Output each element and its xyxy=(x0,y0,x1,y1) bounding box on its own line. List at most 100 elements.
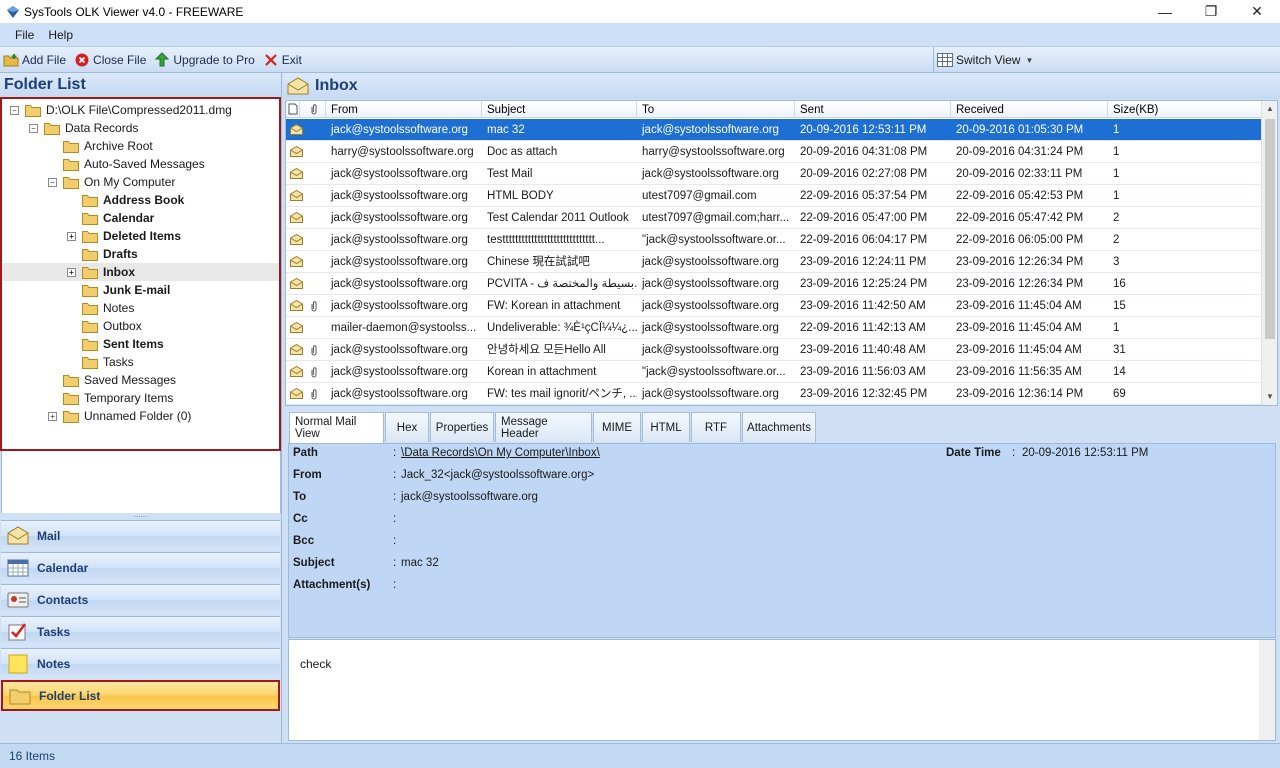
tree-item[interactable]: Calendar xyxy=(2,209,279,227)
tree-item[interactable]: + Unnamed Folder (0) xyxy=(2,407,279,425)
col-subject-header[interactable]: Subject xyxy=(482,101,637,118)
scroll-up-icon[interactable]: ▲ xyxy=(1262,101,1277,117)
grid-scrollbar[interactable]: ▲ ▼ xyxy=(1261,101,1277,405)
body-scrollbar[interactable] xyxy=(1259,640,1275,740)
nav-contacts[interactable]: Contacts xyxy=(1,584,280,615)
table-row[interactable]: jack@systoolssoftware.org testttttttttttt… xyxy=(286,229,1262,251)
tree-item[interactable]: − On My Computer xyxy=(2,173,279,191)
table-row[interactable]: harry@systoolssoftware.org Doc as attach h… xyxy=(286,141,1262,163)
table-row[interactable]: jack@systoolssoftware.org mac 32 jack@syst… xyxy=(286,119,1262,141)
table-row[interactable]: jack@systoolssoftware.org HTML BODY utest7… xyxy=(286,185,1262,207)
col-received-header[interactable]: Received xyxy=(951,101,1108,118)
cell-sent: 23-09-2016 12:32:45 PM xyxy=(800,388,928,400)
inbox-title: Inbox xyxy=(315,77,358,94)
table-row[interactable]: jack@systoolssoftware.org PCVITA - بسيطة … xyxy=(286,273,1262,295)
tree-item[interactable]: Auto-Saved Messages xyxy=(2,155,279,173)
nav-calendar[interactable]: Calendar xyxy=(1,552,280,583)
maximize-button[interactable]: ❐ xyxy=(1188,0,1234,23)
folder-tree[interactable]: − D:\OLK File\Compressed2011.dmg − Data Rec… xyxy=(0,97,281,451)
expand-icon[interactable]: + xyxy=(67,267,76,277)
switch-view-button[interactable]: Switch View ▼ xyxy=(933,47,1280,73)
col-size-header[interactable]: Size(KB) xyxy=(1108,101,1262,118)
tree-item[interactable]: Sent Items xyxy=(2,335,279,353)
table-row[interactable]: jack@systoolssoftware.org Test Calendar 2… xyxy=(286,207,1262,229)
scroll-down-icon[interactable]: ▼ xyxy=(1262,389,1277,405)
close-file-button[interactable]: Close File xyxy=(74,52,146,68)
tree-item-label: Calendar xyxy=(103,211,155,225)
right-panel: Inbox From Subject To Sent Received Size… xyxy=(283,73,1280,743)
tree-item[interactable]: + Inbox xyxy=(2,263,279,281)
nav-mail[interactable]: Mail xyxy=(1,520,280,551)
table-row[interactable]: jack@systoolssoftware.org FW: tes mail ig… xyxy=(286,383,1262,405)
cell-size: 15 xyxy=(1113,300,1126,312)
colon: : xyxy=(393,579,397,591)
chevron-down-icon: ▼ xyxy=(1025,55,1034,65)
grid-header: From Subject To Sent Received Size(KB) xyxy=(286,101,1262,118)
table-row[interactable]: jack@systoolssoftware.org Test Mail jack@s… xyxy=(286,163,1262,185)
expand-icon[interactable]: + xyxy=(48,411,57,421)
path-label: Path xyxy=(293,447,318,459)
folder-icon xyxy=(9,689,31,704)
scroll-thumb[interactable] xyxy=(1265,119,1275,339)
collapse-icon[interactable]: − xyxy=(10,105,19,115)
table-row[interactable]: jack@systoolssoftware.org Korean in attac… xyxy=(286,361,1262,383)
tree-item[interactable]: − D:\OLK File\Compressed2011.dmg xyxy=(2,101,279,119)
tab-html[interactable]: HTML xyxy=(642,412,690,442)
tab-hex[interactable]: Hex xyxy=(385,412,429,442)
tab-message-header[interactable]: Message Header xyxy=(495,412,592,442)
upgrade-button[interactable]: Upgrade to Pro xyxy=(154,52,255,68)
nav-notes[interactable]: Notes xyxy=(1,648,280,679)
expand-icon[interactable]: + xyxy=(67,231,76,241)
col-sent-header[interactable]: Sent xyxy=(795,101,951,118)
tree-item[interactable]: − Data Records xyxy=(2,119,279,137)
tab-mime[interactable]: MIME xyxy=(593,412,641,442)
nav-folder-list[interactable]: Folder List xyxy=(1,680,280,711)
cell-sent: 22-09-2016 11:42:13 AM xyxy=(800,322,926,334)
cell-sent: 22-09-2016 06:04:17 PM xyxy=(800,234,928,246)
tree-item[interactable]: Archive Root xyxy=(2,137,279,155)
cell-to: utest7097@gmail.com xyxy=(642,190,757,202)
collapse-icon[interactable]: − xyxy=(48,177,57,187)
tree-item[interactable]: Junk E-mail xyxy=(2,281,279,299)
col-attach-header[interactable] xyxy=(300,101,326,118)
cell-to: harry@systoolssoftware.org xyxy=(642,146,785,158)
folder-icon xyxy=(63,410,79,423)
tree-item[interactable]: Address Book xyxy=(2,191,279,209)
tree-item-label: Saved Messages xyxy=(84,373,177,387)
tree-item[interactable]: Saved Messages xyxy=(2,371,279,389)
col-to-header[interactable]: To xyxy=(637,101,795,118)
path-link[interactable]: \Data Records\On My Computer\Inbox\ xyxy=(401,447,600,459)
splitter-handle[interactable]: ...... xyxy=(0,511,281,519)
tree-item[interactable]: Temporary Items xyxy=(2,389,279,407)
add-file-button[interactable]: Add File xyxy=(3,52,66,68)
tree-item[interactable]: Outbox xyxy=(2,317,279,335)
cell-received: 22-09-2016 05:47:42 PM xyxy=(956,212,1084,224)
tree-item[interactable]: Notes xyxy=(2,299,279,317)
table-row[interactable]: jack@systoolssoftware.org 안녕하세요 모든Hello A… xyxy=(286,339,1262,361)
menu-help[interactable]: Help xyxy=(41,28,80,42)
nav-label: Tasks xyxy=(37,625,71,639)
nav-tasks[interactable]: Tasks xyxy=(1,616,280,647)
tab-properties[interactable]: Properties xyxy=(430,412,494,442)
col-icon-header[interactable] xyxy=(286,101,300,118)
menu-file[interactable]: File xyxy=(8,28,41,42)
envelope-open-icon xyxy=(287,77,309,95)
tree-item[interactable]: Drafts xyxy=(2,245,279,263)
folder-icon xyxy=(63,374,79,387)
tab-rtf[interactable]: RTF xyxy=(691,412,741,442)
minimize-button[interactable]: — xyxy=(1142,0,1188,23)
tab-attachments[interactable]: Attachments xyxy=(742,412,816,442)
collapse-icon[interactable]: − xyxy=(29,123,38,133)
table-row[interactable]: jack@systoolssoftware.org FW: Korean in a… xyxy=(286,295,1262,317)
tree-item[interactable]: Tasks xyxy=(2,353,279,371)
exit-button[interactable]: Exit xyxy=(263,52,302,68)
table-row[interactable]: mailer-daemon@systoolss... Undeliverable:… xyxy=(286,317,1262,339)
envelope-icon xyxy=(290,366,303,377)
tree-item[interactable]: + Deleted Items xyxy=(2,227,279,245)
col-from-header[interactable]: From xyxy=(326,101,482,118)
close-window-button[interactable]: ✕ xyxy=(1234,0,1280,23)
mail-body[interactable]: check xyxy=(288,639,1276,741)
table-row[interactable]: jack@systoolssoftware.org Chinese 現在試試吧 ja… xyxy=(286,251,1262,273)
tab-normal-mail-view[interactable]: Normal Mail View xyxy=(289,412,384,443)
cell-from: jack@systoolssoftware.org xyxy=(331,344,468,356)
